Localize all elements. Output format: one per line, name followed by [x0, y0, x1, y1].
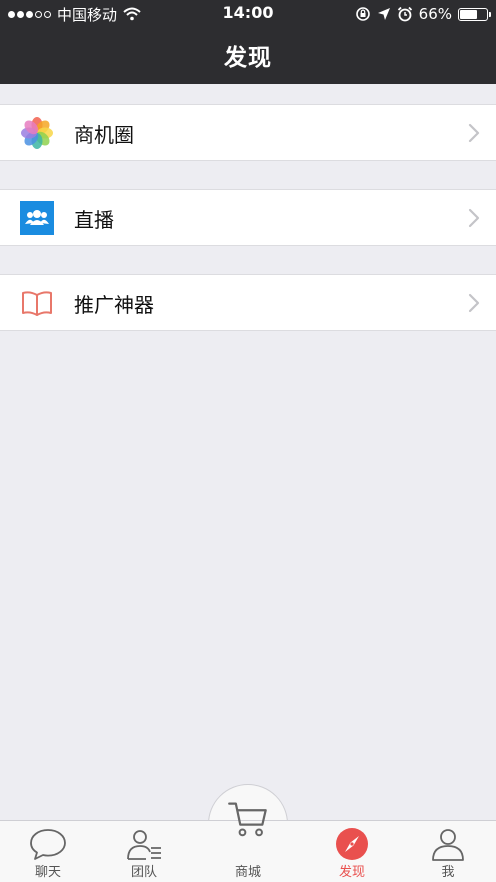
tab-chat[interactable]: 聊天: [3, 820, 93, 882]
tab-discover[interactable]: 发现: [307, 820, 397, 882]
tab-label: 发现: [338, 865, 365, 880]
menu-item-label: 商机圈: [74, 123, 134, 147]
bottom-tab-bar: 聊天 团队 商城 发现 我: [0, 802, 496, 882]
chat-bubble-icon: [30, 829, 66, 860]
menu-item-label: 推广神器: [74, 293, 154, 317]
battery-icon: [458, 7, 491, 21]
chevron-right-icon: [468, 123, 480, 143]
compass-icon: [336, 828, 368, 860]
tab-label: 我: [441, 865, 455, 880]
team-list-icon: [127, 830, 161, 860]
rotation-lock-icon: [355, 7, 370, 21]
battery-fill: [460, 9, 478, 19]
people-group-icon: [20, 201, 54, 235]
page-title: 发现: [224, 45, 272, 71]
battery-percent: 66%: [418, 5, 452, 23]
top-header: 中国移动 14:00 66% 发现: [0, 0, 496, 84]
menu-item-label: 直播: [74, 208, 114, 232]
alarm-clock-icon: [397, 6, 412, 22]
tab-shop[interactable]: 商城: [203, 802, 293, 882]
shopping-cart-icon: [228, 802, 267, 837]
user-profile-icon: [432, 829, 464, 861]
flower-pinwheel-icon: [20, 116, 54, 150]
chevron-right-icon: [468, 293, 480, 313]
menu-item-business-circle[interactable]: 商机圈: [0, 104, 496, 161]
tab-team[interactable]: 团队: [99, 820, 189, 882]
tab-label: 团队: [130, 865, 157, 880]
status-bar: 中国移动 14:00 66%: [0, 0, 496, 28]
tab-me[interactable]: 我: [403, 820, 493, 882]
location-arrow-icon: [377, 8, 390, 20]
menu-item-promotion-tool[interactable]: 推广神器: [0, 274, 496, 331]
menu-item-live[interactable]: 直播: [0, 189, 496, 246]
open-book-icon: [20, 286, 54, 320]
chevron-right-icon: [468, 208, 480, 228]
discover-screen: 中国移动 14:00 66% 发现 商机圈 直播 推广神器 聊天 团队 商城 发…: [0, 0, 496, 882]
tab-label: 商城: [234, 865, 261, 880]
status-right: 66%: [355, 4, 491, 24]
tab-label: 聊天: [34, 865, 61, 880]
